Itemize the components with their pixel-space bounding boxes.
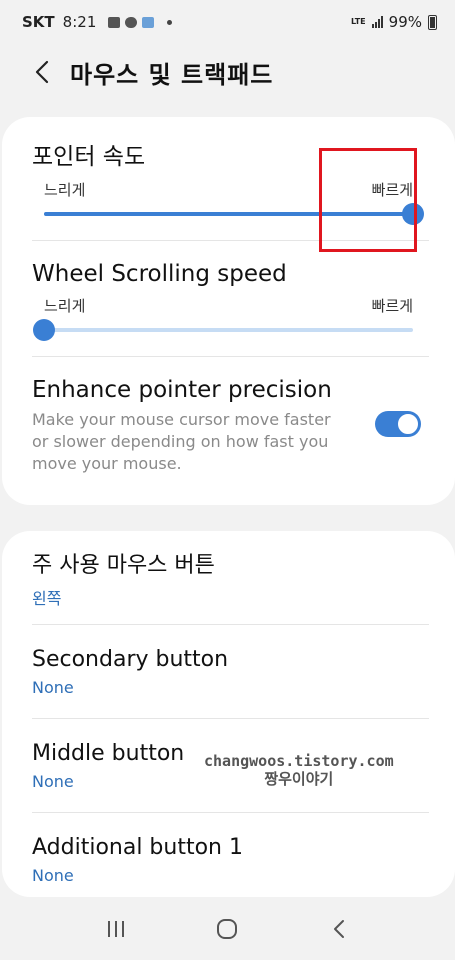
wheel-speed-min-label: 느리게 xyxy=(44,297,86,315)
navigation-bar xyxy=(0,898,455,960)
list-item-title: Additional button 1 xyxy=(32,834,243,860)
wheel-speed-labels: 느리게 빠르게 xyxy=(32,295,425,316)
pointer-speed-min-label: 느리게 xyxy=(44,181,86,199)
list-item-value: None xyxy=(32,677,74,697)
recent-apps-button[interactable] xyxy=(96,909,136,949)
watermark: changwoos.tistory.com 짱우이야기 xyxy=(204,752,394,788)
home-button[interactable] xyxy=(207,909,247,949)
battery-percent: 99% xyxy=(388,13,422,31)
cloud-icon xyxy=(125,16,138,28)
wheel-speed-slider[interactable] xyxy=(33,316,413,344)
notification-icons xyxy=(108,16,173,28)
clock: 8:21 xyxy=(62,13,97,31)
pointer-precision-toggle[interactable] xyxy=(375,411,421,437)
status-bar: SKT 8:21 LTE 99% xyxy=(0,0,455,44)
status-left: SKT 8:21 xyxy=(22,13,173,31)
watermark-url: changwoos.tistory.com xyxy=(204,752,394,770)
signal-icon xyxy=(371,16,383,28)
more-notifications-icon xyxy=(167,19,173,25)
status-right: LTE 99% xyxy=(351,13,437,31)
app-bar: 마우스 및 트랙패드 xyxy=(0,48,455,96)
watermark-name: 짱우이야기 xyxy=(264,770,334,788)
list-item-value: 왼쪽 xyxy=(32,588,62,608)
list-item-title: 주 사용 마우스 버튼 xyxy=(32,552,215,578)
app-notification-icon xyxy=(142,16,155,28)
chevron-left-icon xyxy=(35,60,49,84)
list-item-value: None xyxy=(32,865,74,885)
secondary-button-item[interactable]: Secondary button None xyxy=(2,625,455,718)
wheel-speed-max-label: 빠르게 xyxy=(371,297,413,315)
battery-icon xyxy=(428,14,437,30)
toggle-knob xyxy=(397,413,419,435)
pointer-precision-title: Enhance pointer precision xyxy=(32,377,332,403)
image-icon xyxy=(108,16,121,28)
primary-mouse-button-item[interactable]: 주 사용 마우스 버튼 왼쪽 xyxy=(2,531,455,624)
lte-icon: LTE xyxy=(350,17,366,26)
list-item-title: Secondary button xyxy=(32,646,229,672)
additional-button-1-item[interactable]: Additional button 1 None xyxy=(2,813,455,906)
back-icon xyxy=(334,920,345,938)
page-title: 마우스 및 트랙패드 xyxy=(70,60,274,89)
mouse-buttons-card: 주 사용 마우스 버튼 왼쪽 Secondary button None Mid… xyxy=(2,531,455,897)
wheel-speed-track xyxy=(44,328,413,332)
wheel-speed-thumb[interactable] xyxy=(33,319,55,341)
wheel-speed-section: Wheel Scrolling speed 느리게 빠르게 xyxy=(2,241,455,344)
pointer-precision-description: Make your mouse cursor move faster or sl… xyxy=(32,410,331,473)
recent-apps-icon xyxy=(107,921,124,937)
wheel-speed-title: Wheel Scrolling speed xyxy=(32,261,287,287)
highlight-box xyxy=(319,148,417,252)
home-icon xyxy=(217,919,238,939)
back-nav-button[interactable] xyxy=(319,909,359,949)
carrier-label: SKT xyxy=(22,13,55,31)
back-button[interactable] xyxy=(20,50,64,94)
pointer-precision-row[interactable]: Enhance pointer precision Make your mous… xyxy=(2,357,455,475)
